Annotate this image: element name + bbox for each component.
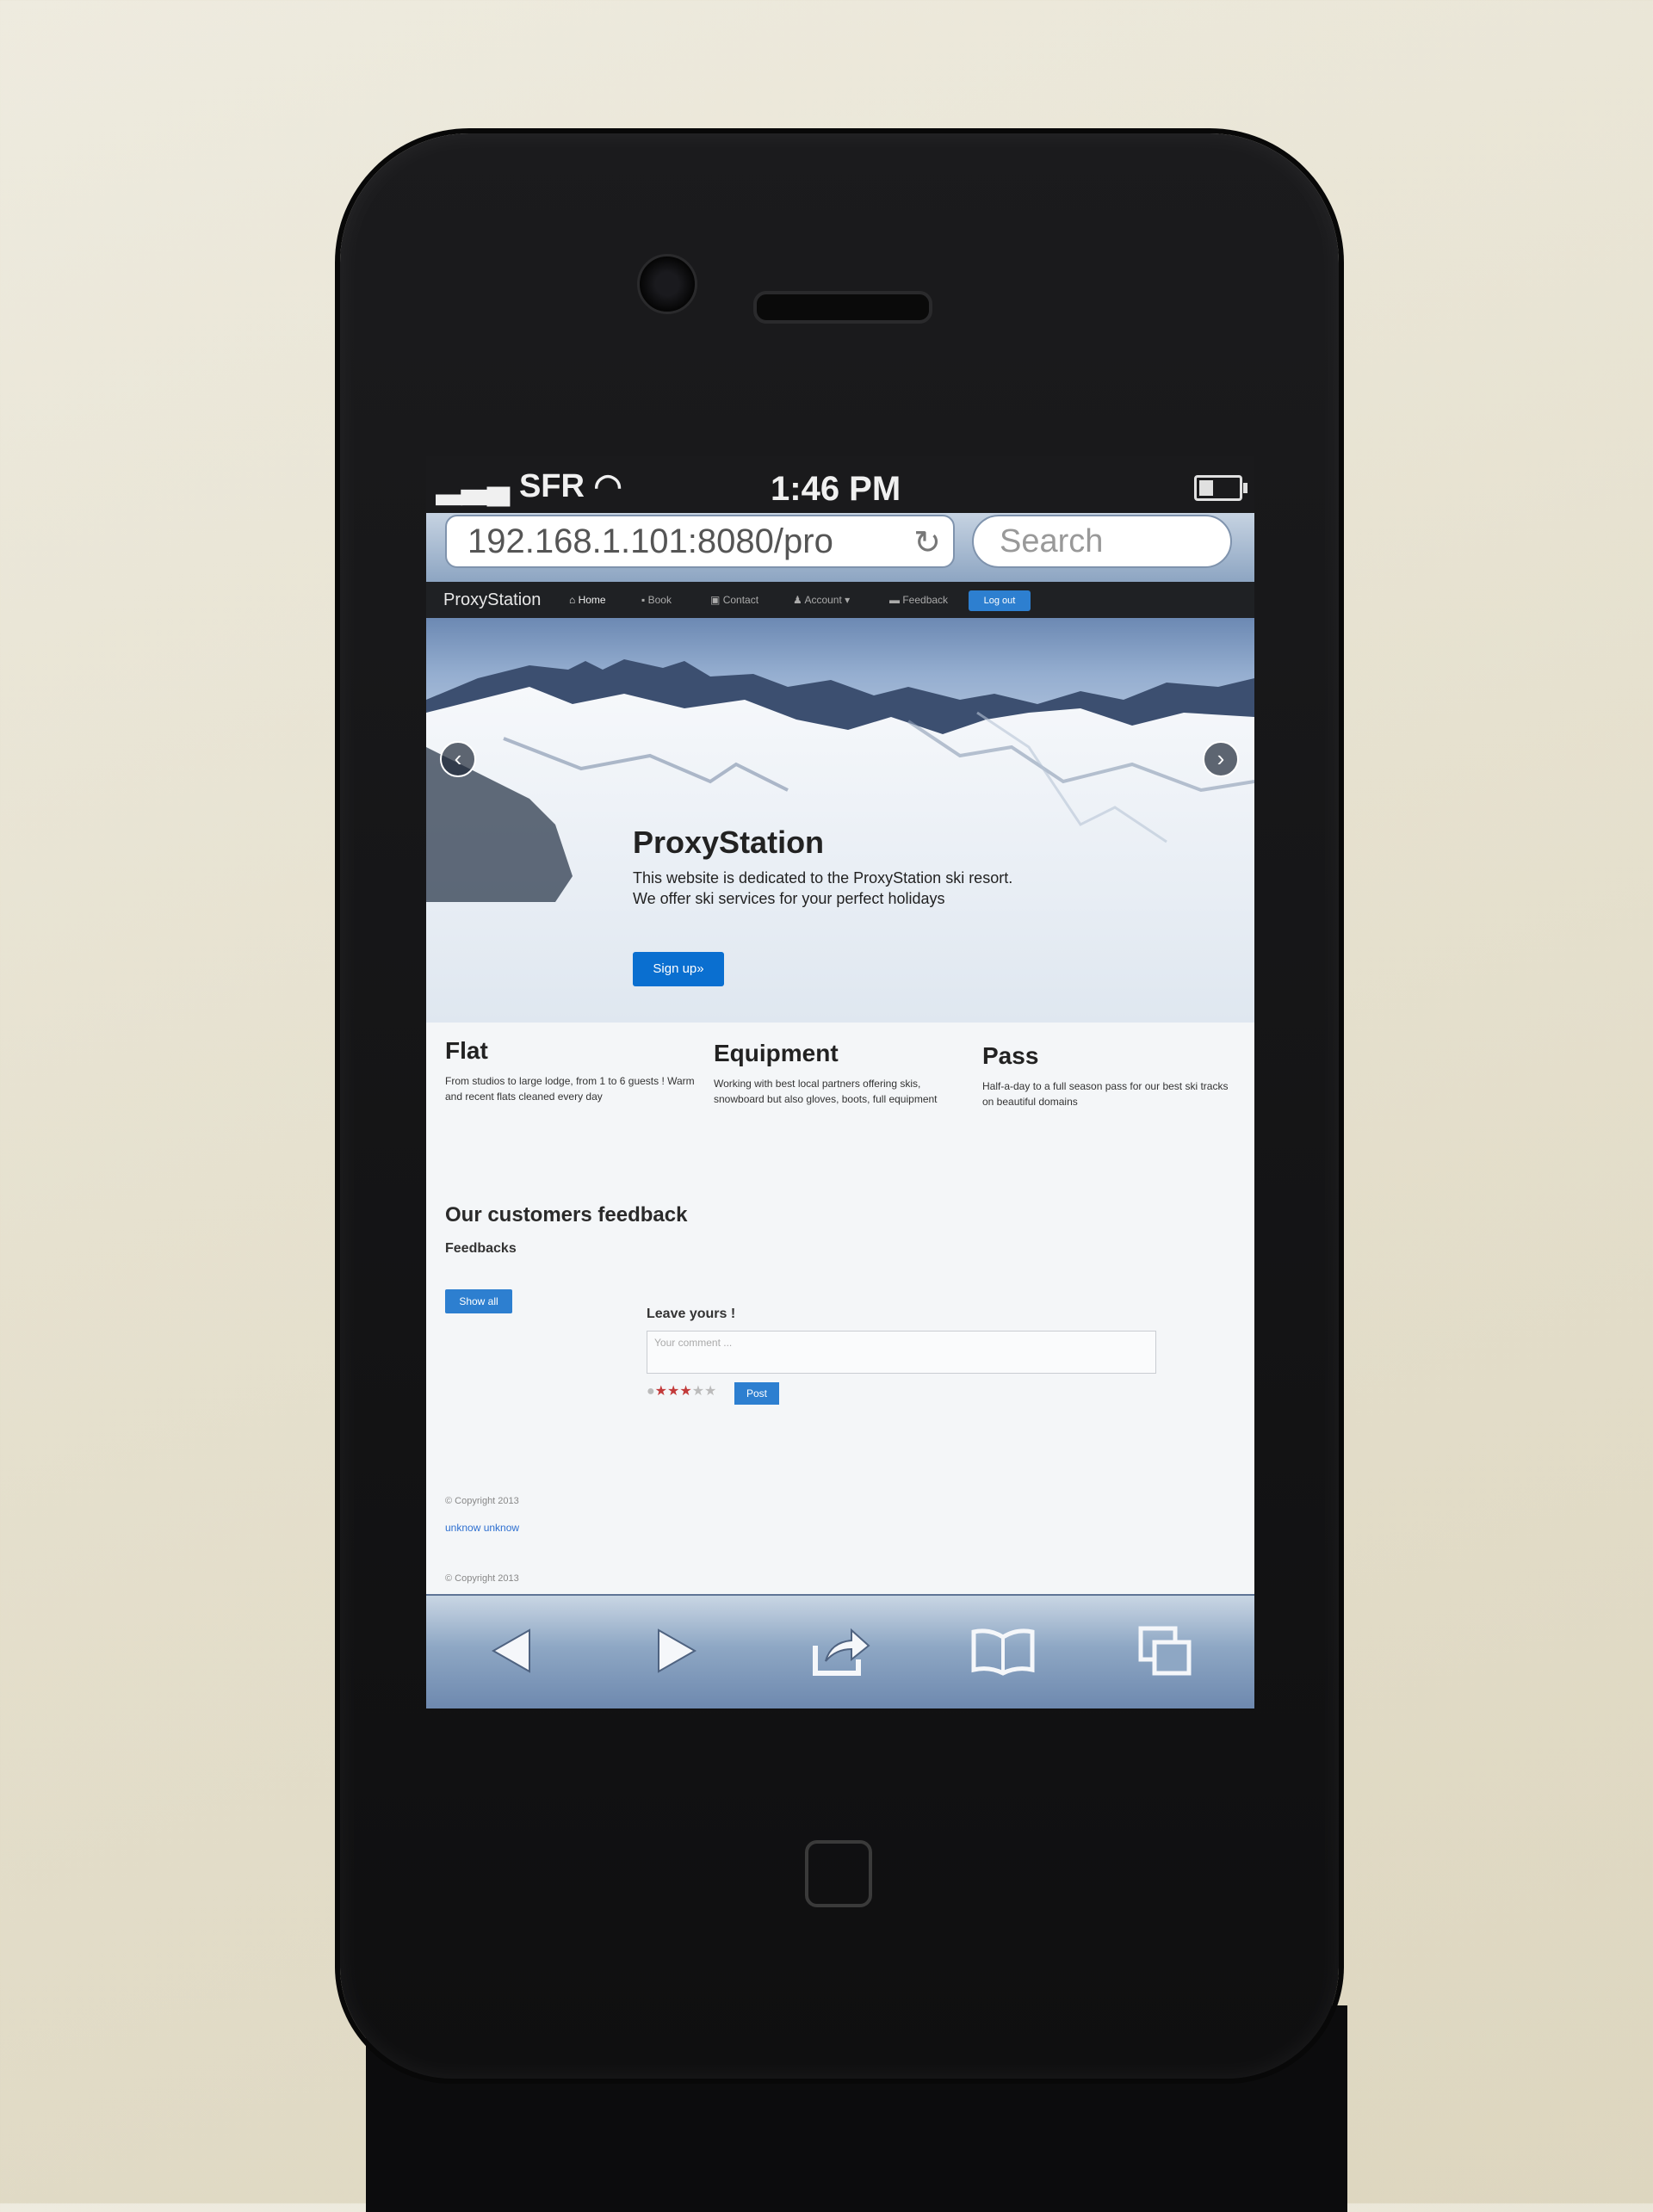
post-button[interactable]: Post [734, 1382, 779, 1405]
caret-down-icon: ▾ [845, 594, 851, 606]
copyright-text: © Copyright 2013 [445, 1496, 519, 1506]
search-field[interactable]: Search [972, 515, 1232, 568]
contact-icon: ▣ [710, 594, 721, 606]
column-title: Flat [445, 1037, 488, 1064]
star-icon[interactable]: ★ [692, 1384, 704, 1399]
signup-button[interactable]: Sign up» [633, 952, 724, 986]
star-icon[interactable]: ★ [655, 1384, 667, 1399]
carrier-label: ▂▃▄ SFR ◠ [436, 468, 622, 504]
column-pass: Pass Half-a-day to a full season pass fo… [982, 1042, 1232, 1109]
feedback-title: Our customers feedback [445, 1203, 688, 1226]
comment-input[interactable]: Your comment ... [647, 1331, 1156, 1374]
column-title: Equipment [714, 1040, 839, 1066]
signal-icon: ▂▃▄ [436, 468, 511, 504]
carousel-next-button[interactable]: › [1203, 741, 1239, 777]
hero-text: This website is dedicated to the ProxySt… [633, 869, 1013, 907]
rating-clear-icon[interactable]: ● [647, 1384, 655, 1399]
nav-item-book[interactable]: ▪ Book [641, 594, 672, 606]
carousel-prev-button[interactable]: ‹ [440, 741, 476, 777]
star-icon[interactable]: ★ [704, 1384, 716, 1399]
comment-icon: ▬ [889, 594, 900, 606]
address-bar: 192.168.1.101:8080/pro ↻ Search [426, 513, 1254, 582]
home-button[interactable] [805, 1840, 872, 1907]
column-text: Working with best local partners offerin… [714, 1078, 938, 1105]
column-title: Pass [982, 1042, 1039, 1069]
browser-toolbar [426, 1594, 1254, 1708]
navbar-brand[interactable]: ProxyStation [443, 590, 541, 610]
back-icon[interactable] [478, 1620, 547, 1682]
status-bar: ▂▃▄ SFR ◠ 1:46 PM [426, 456, 1254, 513]
url-field[interactable]: 192.168.1.101:8080/pro ↻ [445, 515, 955, 568]
forward-icon[interactable] [641, 1620, 710, 1682]
column-text: From studios to large lodge, from 1 to 6… [445, 1075, 695, 1103]
footer-link[interactable]: unknow unknow [445, 1522, 519, 1534]
star-icon[interactable]: ★ [667, 1384, 679, 1399]
feedbacks-label: Feedbacks [445, 1241, 517, 1256]
clock: 1:46 PM [771, 470, 901, 508]
nav-item-contact[interactable]: ▣ Contact [710, 594, 758, 606]
column-equipment: Equipment Working with best local partne… [714, 1040, 963, 1107]
hero-title: ProxyStation [633, 825, 825, 860]
battery-icon [1194, 475, 1247, 501]
hero-carousel: ‹ › ProxyStation This website is dedicat… [426, 618, 1254, 1023]
column-flat: Flat From studios to large lodge, from 1… [445, 1037, 695, 1104]
leave-feedback-label: Leave yours ! [647, 1307, 736, 1321]
mountain-photo [426, 659, 1254, 1023]
nav-item-feedback[interactable]: ▬ Feedback [889, 594, 948, 606]
bookmarks-icon[interactable] [969, 1620, 1037, 1682]
show-all-button[interactable]: Show all [445, 1289, 512, 1313]
nav-item-home[interactable]: ⌂ Home [569, 594, 606, 606]
column-text: Half-a-day to a full season pass for our… [982, 1080, 1229, 1108]
home-icon: ⌂ [569, 594, 576, 606]
front-camera [637, 254, 697, 314]
star-rating[interactable]: ●★★★★★ [647, 1384, 716, 1399]
nav-item-account[interactable]: ♟ Account ▾ [793, 594, 850, 606]
phone-screen: ▂▃▄ SFR ◠ 1:46 PM 192.168.1.101:8080/pro… [426, 456, 1254, 1708]
earpiece-speaker [753, 291, 932, 324]
logout-button[interactable]: Log out [969, 590, 1031, 611]
tabs-icon[interactable] [1132, 1620, 1201, 1682]
star-icon[interactable]: ★ [679, 1384, 691, 1399]
site-navbar: ProxyStation ⌂ Home ▪ Book ▣ Contact ♟ A… [426, 582, 1254, 618]
copyright-text-bottom: © Copyright 2013 [445, 1573, 519, 1584]
user-icon: ♟ [793, 594, 802, 606]
wifi-icon: ◠ [593, 468, 622, 504]
share-icon[interactable] [805, 1620, 874, 1682]
reload-icon[interactable]: ↻ [913, 527, 941, 559]
book-icon: ▪ [641, 594, 646, 606]
